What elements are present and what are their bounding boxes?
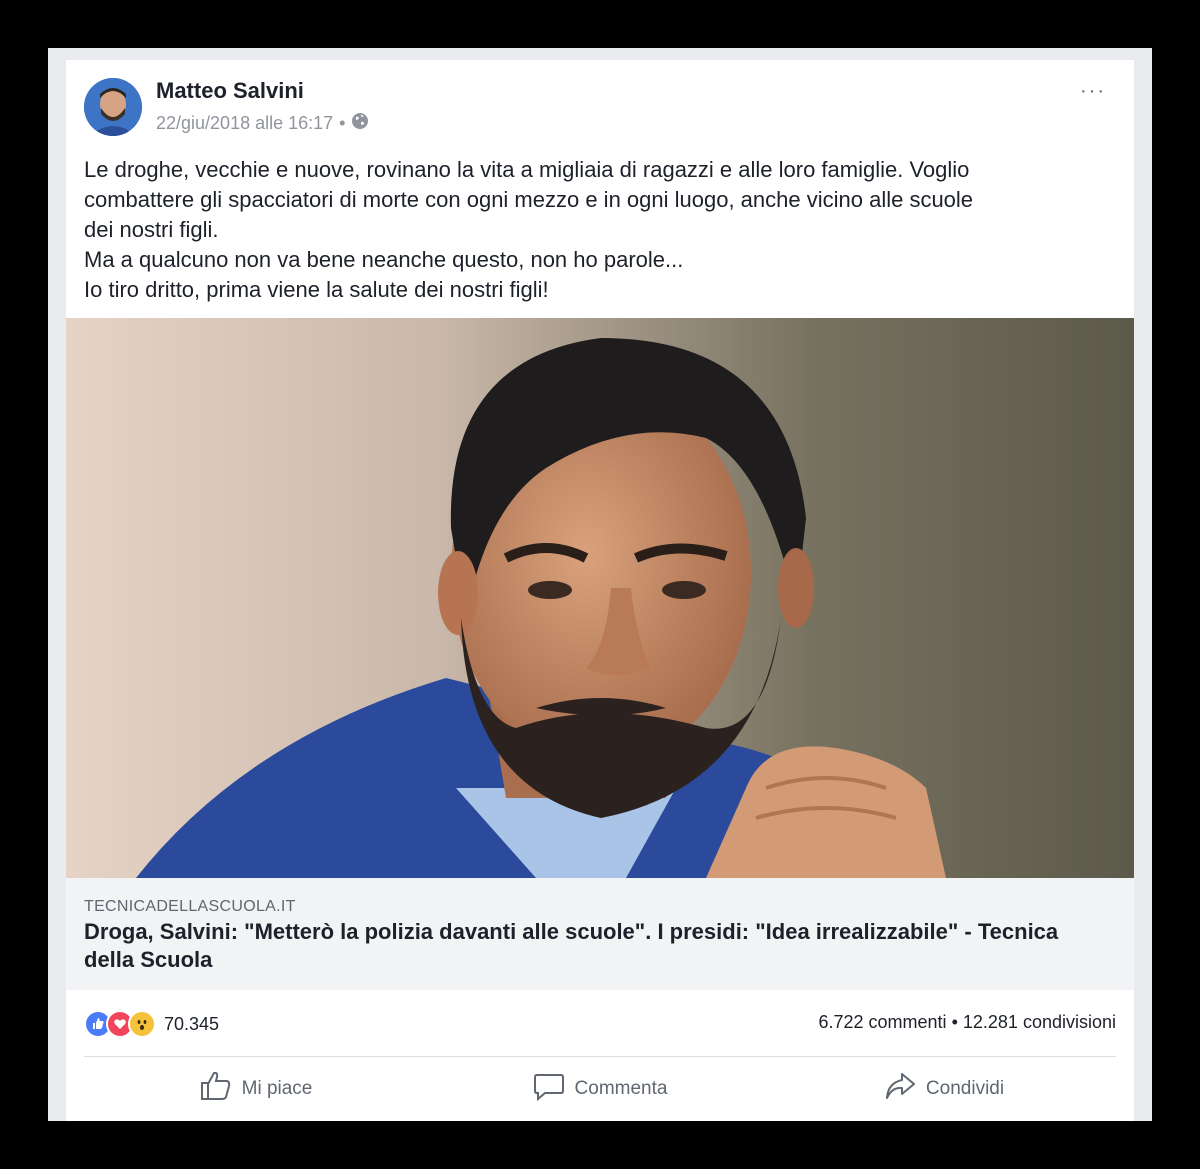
share-button[interactable]: Condividi: [772, 1064, 1116, 1114]
post-text-line: dei nostri figli.: [84, 217, 219, 242]
comment-icon: [533, 1071, 565, 1107]
post-stats: 70.345 6.722 commenti • 12.281 condivisi…: [84, 1008, 1116, 1038]
globe-icon: [351, 112, 369, 135]
post-meta: 22/giu/2018 alle 16:17 •: [156, 112, 369, 135]
author-name[interactable]: Matteo Salvini: [156, 78, 304, 104]
post-card: Matteo Salvini 22/giu/2018 alle 16:17 • …: [66, 60, 1134, 1121]
link-domain: TECNICADELLASCUOLA.IT: [84, 898, 296, 915]
link-title[interactable]: Droga, Salvini: "Metterò la polizia dava…: [84, 918, 1104, 974]
link-preview-image[interactable]: [66, 318, 1134, 878]
more-options-button[interactable]: ···: [1080, 80, 1106, 103]
counts-separator: •: [951, 1012, 958, 1032]
comments-count[interactable]: 6.722 commenti: [818, 1012, 946, 1032]
thumbs-up-icon: [200, 1071, 232, 1107]
like-button[interactable]: Mi piace: [84, 1064, 428, 1114]
wow-icon: [128, 1010, 156, 1038]
post-text-line: Io tiro dritto, prima viene la salute de…: [84, 277, 549, 302]
author-avatar[interactable]: [84, 78, 142, 136]
post-header: Matteo Salvini 22/giu/2018 alle 16:17 • …: [66, 60, 1134, 150]
like-label: Mi piace: [241, 1078, 313, 1099]
post-text: Le droghe, vecchie e nuove, rovinano la …: [84, 155, 1114, 305]
actions-divider: [84, 1056, 1116, 1057]
post-text-line: Ma a qualcuno non va bene neanche questo…: [84, 247, 684, 272]
post-timestamp[interactable]: 22/giu/2018 alle 16:17: [156, 113, 333, 134]
comment-button[interactable]: Commenta: [428, 1064, 772, 1114]
post-actions: Mi piace Commenta Condividi: [84, 1064, 1116, 1114]
post-text-line: combattere gli spacciatori di morte con …: [84, 187, 974, 212]
engagement-counts: 6.722 commenti • 12.281 condivisioni: [818, 1012, 1116, 1033]
shares-count[interactable]: 12.281 condivisioni: [963, 1012, 1116, 1032]
post-text-line: Le droghe, vecchie e nuove, rovinano la …: [84, 157, 970, 182]
share-icon: [884, 1071, 916, 1107]
reactions-summary[interactable]: 70.345: [84, 1010, 219, 1038]
screenshot-frame: Matteo Salvini 22/giu/2018 alle 16:17 • …: [48, 48, 1152, 1121]
share-label: Condividi: [925, 1078, 1005, 1099]
comment-label: Commenta: [574, 1078, 668, 1099]
reactions-count: 70.345: [164, 1013, 220, 1034]
meta-separator: •: [339, 113, 346, 133]
link-preview-box[interactable]: TECNICADELLASCUOLA.IT Droga, Salvini: "M…: [66, 878, 1134, 990]
